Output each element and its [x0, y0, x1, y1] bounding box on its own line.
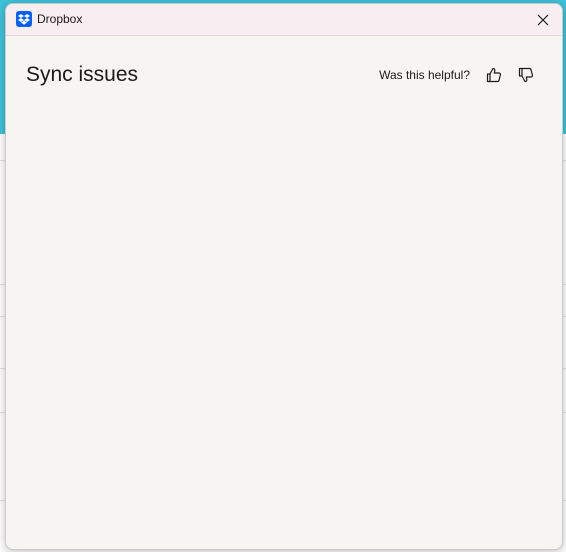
title-bar: Dropbox: [6, 4, 562, 36]
thumbs-up-button[interactable]: [480, 63, 508, 87]
help-dialog: Dropbox Sync issues Was this helpful?: [5, 3, 563, 550]
thumbs-up-icon: [486, 67, 502, 83]
close-icon: [537, 14, 549, 25]
thumbs-down-button[interactable]: [512, 63, 540, 87]
feedback-prompt: Was this helpful?: [379, 68, 470, 82]
window-title: Dropbox: [37, 12, 83, 26]
dropbox-logo-icon: [16, 11, 32, 27]
feedback-bar: Was this helpful?: [379, 63, 540, 87]
thumbs-down-icon: [518, 67, 534, 83]
page-title: Sync issues: [26, 63, 139, 86]
close-button[interactable]: [524, 4, 562, 35]
